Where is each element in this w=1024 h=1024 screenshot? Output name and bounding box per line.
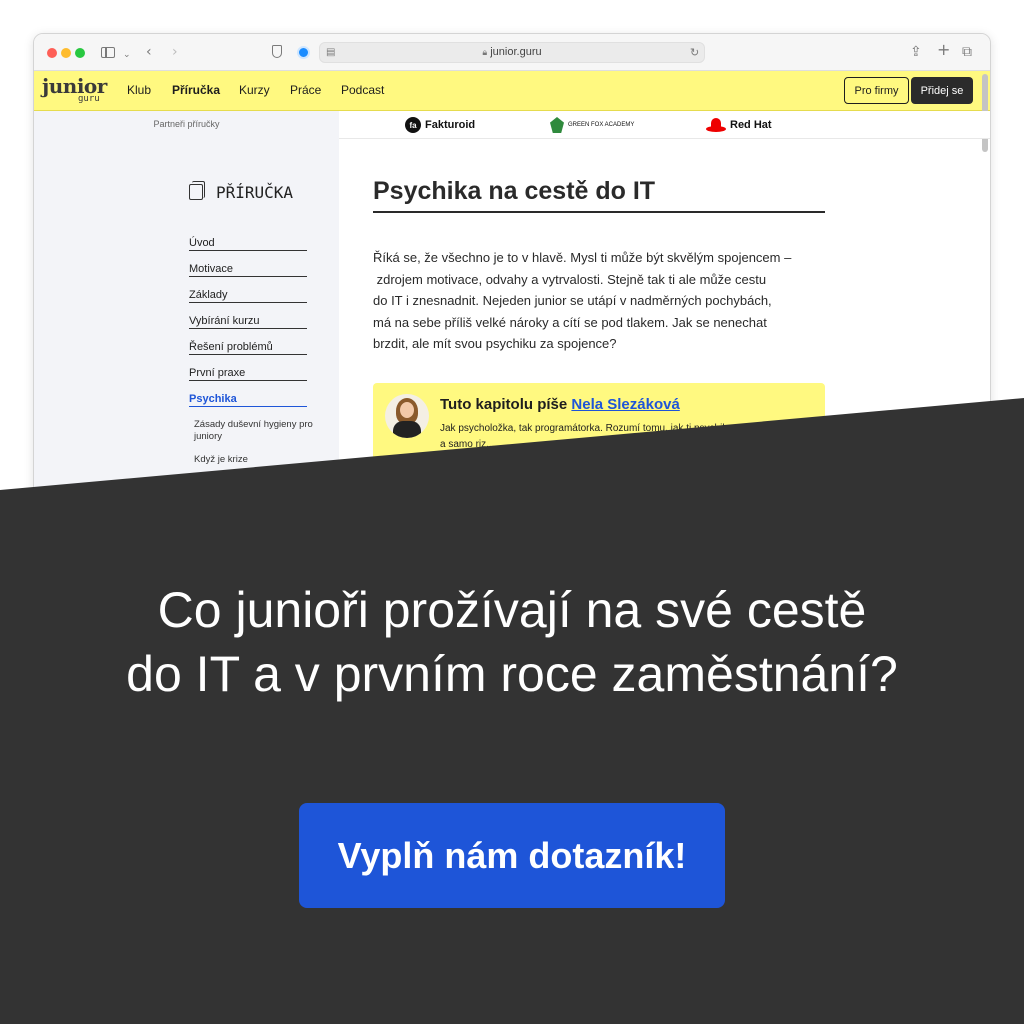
toc-item-reseni-problemu[interactable]: Řešení problémů [189, 341, 307, 355]
promo-headline: Co junioři prožívají na své cestě do IT … [126, 582, 898, 702]
zoom-window-button[interactable] [75, 48, 85, 58]
partner-red-hat[interactable]: Red Hat [706, 116, 772, 134]
password-manager-icon[interactable] [297, 46, 310, 59]
chevron-down-icon[interactable]: ⌄ [123, 46, 131, 64]
article-title: Psychika na cestě do IT [373, 177, 825, 213]
partner-fakturoid[interactable]: fa Fakturoid [405, 116, 475, 134]
pro-firmy-button[interactable]: Pro firmy [844, 77, 909, 104]
nav-link-prirucka[interactable]: Příručka [172, 83, 220, 97]
toc-item-vybirani-kurzu[interactable]: Vybírání kurzu [189, 315, 307, 329]
share-icon[interactable]: ⇪ [910, 43, 922, 61]
reload-icon[interactable]: ↻ [690, 44, 699, 62]
tab-overview-icon[interactable]: ⧉ [962, 43, 972, 61]
author-link[interactable]: Nela Slezáková [571, 396, 679, 413]
close-window-button[interactable] [47, 48, 57, 58]
url-text: 🔒︎ junior.guru [482, 46, 542, 58]
article-lead: Říká se, že všechno je to v hlavě. Mysl … [373, 250, 792, 351]
green-fox-logo-icon [550, 117, 564, 133]
address-bar[interactable]: ▤ 🔒︎ junior.guru ↻ [319, 42, 705, 63]
browser-toolbar: ⌄ ‹ › ▤ 🔒︎ junior.guru ↻ ⇪ + ⧉ [34, 34, 990, 71]
back-icon[interactable]: ‹ [146, 43, 152, 61]
junior-guru-logo[interactable]: junior guru [42, 74, 108, 106]
fakturoid-logo-icon: fa [405, 117, 421, 133]
partners-label: Partneři příručky [153, 119, 220, 129]
nav-link-klub[interactable]: Klub [127, 83, 151, 97]
partner-green-fox-academy[interactable]: GREEN FOX ACADEMY [550, 116, 634, 134]
nav-link-prace[interactable]: Práce [290, 83, 321, 97]
toc-item-zaklady[interactable]: Základy [189, 289, 307, 303]
nav-link-podcast[interactable]: Podcast [341, 83, 384, 97]
forward-icon[interactable]: › [172, 43, 178, 61]
site-header: junior guru Klub Příručka Kurzy Práce Po… [34, 71, 990, 111]
join-button[interactable]: Přidej se [911, 77, 973, 104]
toc-item-psychika[interactable]: Psychika [189, 393, 307, 407]
toc-item-uvod[interactable]: Úvod [189, 237, 307, 251]
lock-icon: 🔒︎ [482, 48, 488, 58]
toc-item-motivace[interactable]: Motivace [189, 263, 307, 277]
toc-subitem-dusevni-hygiena[interactable]: Zásady duševní hygieny pro juniory [194, 419, 314, 443]
nav-link-kurzy[interactable]: Kurzy [239, 83, 270, 97]
red-hat-logo-icon [706, 118, 726, 132]
book-icon [189, 181, 205, 200]
new-tab-icon[interactable]: + [937, 41, 950, 59]
survey-cta-button[interactable]: Vyplň nám dotazník! [299, 803, 725, 908]
sidebar-toggle-icon[interactable] [101, 47, 115, 58]
partners-strip: Partneři příručky fa Fakturoid GREEN FOX… [34, 111, 990, 139]
minimize-window-button[interactable] [61, 48, 71, 58]
toc-item-prvni-praxe[interactable]: První praxe [189, 367, 307, 381]
author-avatar [385, 394, 429, 438]
handbook-title: PŘÍRUČKA [216, 183, 294, 202]
privacy-shield-icon[interactable] [272, 45, 282, 58]
author-heading: Tuto kapitolu píše Nela Slezáková [440, 396, 680, 413]
